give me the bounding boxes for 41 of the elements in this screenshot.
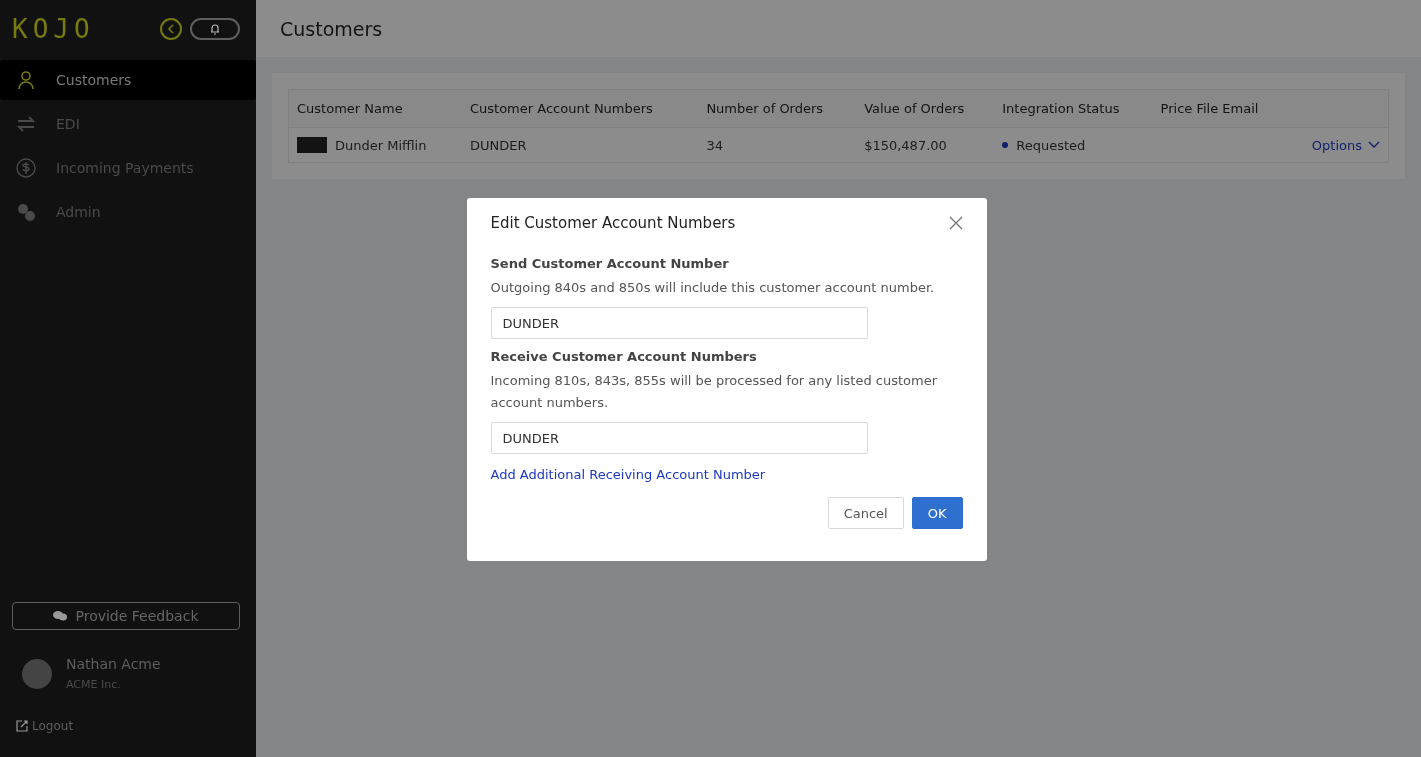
dollar-icon bbox=[16, 158, 36, 178]
sidebar-item[interactable]: Customers bbox=[0, 60, 256, 100]
column-header: Number of Orders bbox=[698, 89, 857, 128]
chat-bubbles-icon bbox=[53, 610, 68, 622]
column-header: Value of Orders bbox=[856, 89, 995, 128]
section-heading: Receive Customer Account Numbers bbox=[490, 349, 758, 364]
chevron-left-icon bbox=[166, 24, 176, 34]
input-field[interactable]: DUNDER bbox=[490, 422, 868, 454]
status-text: Requested bbox=[1016, 137, 1086, 153]
cancel-button[interactable]: Cancel bbox=[827, 497, 904, 529]
customer-name: Dunder Mifflin bbox=[335, 137, 427, 153]
column-header: Price File Email bbox=[1152, 89, 1288, 128]
arrows-icon bbox=[16, 114, 36, 134]
close-button[interactable] bbox=[948, 216, 963, 230]
help-text: Incoming 810s, 843s, 855s will be processed for any listed customer account numbers. bbox=[490, 372, 939, 412]
options-link[interactable]: Options bbox=[1311, 137, 1380, 153]
avatar bbox=[22, 658, 52, 689]
table-cell: $150,487.00 bbox=[856, 127, 995, 163]
bell-icon bbox=[209, 23, 221, 35]
column-header: Customer Account Numbers bbox=[462, 89, 699, 128]
dialog-title: Edit Customer Account Numbers bbox=[490, 214, 736, 232]
ok-button[interactable]: OK bbox=[911, 497, 963, 529]
notifications-button[interactable] bbox=[190, 18, 240, 40]
column-header: Customer Name bbox=[288, 89, 462, 128]
person-icon bbox=[16, 70, 36, 90]
column-header: Integration Status bbox=[994, 89, 1153, 128]
feedback-button[interactable]: Provide Feedback bbox=[12, 602, 240, 630]
page-title: Customers bbox=[280, 17, 383, 40]
input-field[interactable]: DUNDER bbox=[490, 307, 868, 339]
logout-icon bbox=[16, 720, 28, 732]
user-name: Nathan Acme bbox=[66, 656, 161, 672]
logo: KOJO bbox=[12, 14, 95, 44]
company-logo bbox=[297, 137, 327, 153]
chevron-down-icon bbox=[1368, 141, 1380, 149]
help-text: Outgoing 840s and 850s will include this customer account number. bbox=[490, 279, 936, 297]
add-link[interactable]: Add Additional Receiving Account Number bbox=[490, 467, 766, 482]
collapse-button[interactable] bbox=[160, 18, 182, 40]
table-cell: 34 bbox=[698, 127, 857, 163]
section-heading: Send Customer Account Number bbox=[490, 256, 730, 271]
logout-link[interactable]: Logout bbox=[0, 691, 256, 757]
table-cell: DUNDER bbox=[462, 127, 699, 163]
